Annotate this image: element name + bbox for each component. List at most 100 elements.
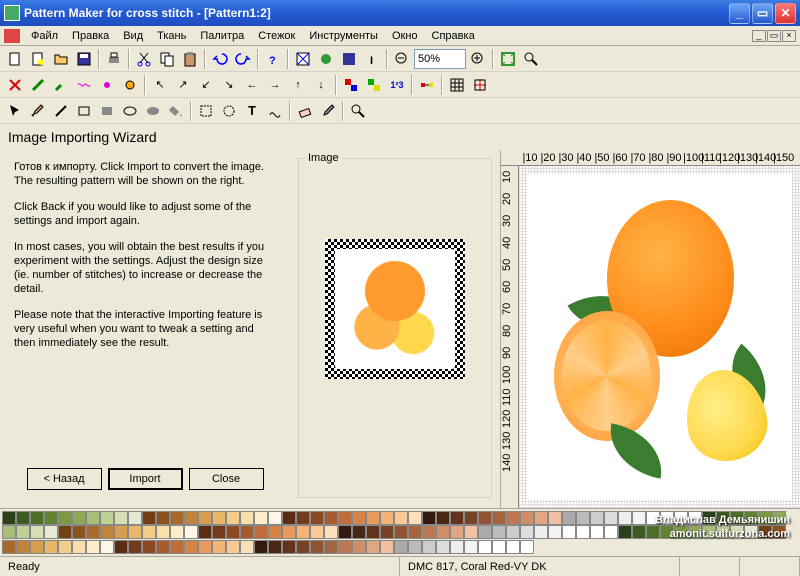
redo-button[interactable] bbox=[232, 48, 254, 70]
save-button[interactable] bbox=[73, 48, 95, 70]
palette-swatch[interactable] bbox=[226, 511, 240, 525]
palette-swatch[interactable] bbox=[576, 511, 590, 525]
palette-swatch[interactable] bbox=[128, 511, 142, 525]
palette-swatch[interactable] bbox=[170, 540, 184, 554]
pattern-canvas[interactable] bbox=[519, 166, 800, 508]
menu-tools[interactable]: Инструменты bbox=[302, 28, 385, 44]
zoom-in-button[interactable] bbox=[467, 48, 489, 70]
print-button[interactable] bbox=[103, 48, 125, 70]
new-wizard-button[interactable] bbox=[27, 48, 49, 70]
palette-swatch[interactable] bbox=[450, 540, 464, 554]
palette-swatch[interactable] bbox=[520, 540, 534, 554]
palette-swatch[interactable] bbox=[86, 525, 100, 539]
palette-swatch[interactable] bbox=[268, 511, 282, 525]
palette-swatch[interactable] bbox=[254, 511, 268, 525]
palette-swatch[interactable] bbox=[450, 525, 464, 539]
fillrect-tool[interactable] bbox=[96, 100, 118, 122]
palette-swatch[interactable] bbox=[758, 511, 772, 525]
palette-swatch[interactable] bbox=[380, 540, 394, 554]
palette-swatch[interactable] bbox=[702, 525, 716, 539]
palette-swatch[interactable] bbox=[660, 525, 674, 539]
palette-swatch[interactable] bbox=[702, 511, 716, 525]
palette-swatch[interactable] bbox=[730, 511, 744, 525]
ellipse-tool[interactable] bbox=[119, 100, 141, 122]
palette-swatch[interactable] bbox=[338, 540, 352, 554]
pointer-tool[interactable] bbox=[4, 100, 26, 122]
palette-swatch[interactable] bbox=[16, 511, 30, 525]
palette-swatch[interactable] bbox=[324, 525, 338, 539]
palette-swatch[interactable] bbox=[604, 511, 618, 525]
palette-swatch[interactable] bbox=[366, 511, 380, 525]
palette-swatch[interactable] bbox=[100, 540, 114, 554]
palette-swatch[interactable] bbox=[688, 511, 702, 525]
minimize-button[interactable]: _ bbox=[729, 3, 750, 24]
palette-swatch[interactable] bbox=[296, 525, 310, 539]
palette-swatch[interactable] bbox=[394, 540, 408, 554]
palette-swatch[interactable] bbox=[436, 511, 450, 525]
palette-swatch[interactable] bbox=[450, 511, 464, 525]
paste-button[interactable] bbox=[179, 48, 201, 70]
palette-swatch[interactable] bbox=[226, 540, 240, 554]
palette-swatch[interactable] bbox=[2, 540, 16, 554]
tool-quarter-icon[interactable] bbox=[50, 74, 72, 96]
palette-swatch[interactable] bbox=[86, 511, 100, 525]
line-tool[interactable] bbox=[50, 100, 72, 122]
palette-swatch[interactable] bbox=[16, 525, 30, 539]
palette-swatch[interactable] bbox=[310, 511, 324, 525]
menu-edit[interactable]: Правка bbox=[65, 28, 116, 44]
zoom-out-button[interactable] bbox=[391, 48, 413, 70]
arrow-nw-icon[interactable]: ↖ bbox=[149, 74, 171, 96]
palette-swatch[interactable] bbox=[492, 540, 506, 554]
tool-backstitch-icon[interactable] bbox=[73, 74, 95, 96]
palette-swatch[interactable] bbox=[772, 525, 786, 539]
palette-swatch[interactable] bbox=[394, 525, 408, 539]
maximize-button[interactable]: ▭ bbox=[752, 3, 773, 24]
menu-help[interactable]: Справка bbox=[425, 28, 482, 44]
undo-button[interactable] bbox=[209, 48, 231, 70]
palette-swatch[interactable] bbox=[478, 511, 492, 525]
palette-swatch[interactable] bbox=[44, 525, 58, 539]
palette-swatch[interactable] bbox=[268, 525, 282, 539]
zoom-tool[interactable] bbox=[347, 100, 369, 122]
palette-swatch[interactable] bbox=[310, 525, 324, 539]
palette-swatch[interactable] bbox=[184, 540, 198, 554]
palette-swatch[interactable] bbox=[44, 511, 58, 525]
palette-swatch[interactable] bbox=[380, 525, 394, 539]
center-icon[interactable] bbox=[469, 74, 491, 96]
help-button[interactable]: ? bbox=[262, 48, 284, 70]
palette-swatch[interactable] bbox=[58, 525, 72, 539]
palette-swatch[interactable] bbox=[464, 540, 478, 554]
palette-swatch[interactable] bbox=[716, 511, 730, 525]
palette-swatch[interactable] bbox=[296, 511, 310, 525]
palette-swatch[interactable] bbox=[730, 525, 744, 539]
palette-swatch[interactable] bbox=[366, 525, 380, 539]
palette-swatch[interactable] bbox=[674, 511, 688, 525]
palette-swatch[interactable] bbox=[212, 525, 226, 539]
palette-swatch[interactable] bbox=[156, 540, 170, 554]
close-button[interactable]: ✕ bbox=[775, 3, 796, 24]
palette-swatch[interactable] bbox=[408, 511, 422, 525]
back-button[interactable]: < Назад bbox=[27, 468, 102, 490]
palette-swatch[interactable] bbox=[506, 511, 520, 525]
palette-swatch[interactable] bbox=[212, 511, 226, 525]
palette-swatch[interactable] bbox=[744, 525, 758, 539]
select-free-tool[interactable] bbox=[218, 100, 240, 122]
palette-swatch[interactable] bbox=[240, 511, 254, 525]
palette-swatch[interactable] bbox=[688, 525, 702, 539]
palette-swatch[interactable] bbox=[506, 540, 520, 554]
palette-swatch[interactable] bbox=[422, 540, 436, 554]
palette-swatch[interactable] bbox=[646, 511, 660, 525]
mdi-minimize-button[interactable]: _ bbox=[752, 30, 766, 42]
arrow-n-icon[interactable]: ↑ bbox=[287, 74, 309, 96]
palette-swatch[interactable] bbox=[282, 511, 296, 525]
palette-swatch[interactable] bbox=[198, 525, 212, 539]
palette-swatch[interactable] bbox=[464, 525, 478, 539]
zoom-combo[interactable] bbox=[414, 49, 466, 69]
palette-swatch[interactable] bbox=[464, 511, 478, 525]
palette-swatch[interactable] bbox=[758, 525, 772, 539]
brush-tool[interactable] bbox=[27, 100, 49, 122]
palette-swatch[interactable] bbox=[590, 511, 604, 525]
palette-swatch[interactable] bbox=[618, 525, 632, 539]
palette-swatch[interactable] bbox=[478, 540, 492, 554]
arrow-e-icon[interactable]: → bbox=[264, 74, 286, 96]
